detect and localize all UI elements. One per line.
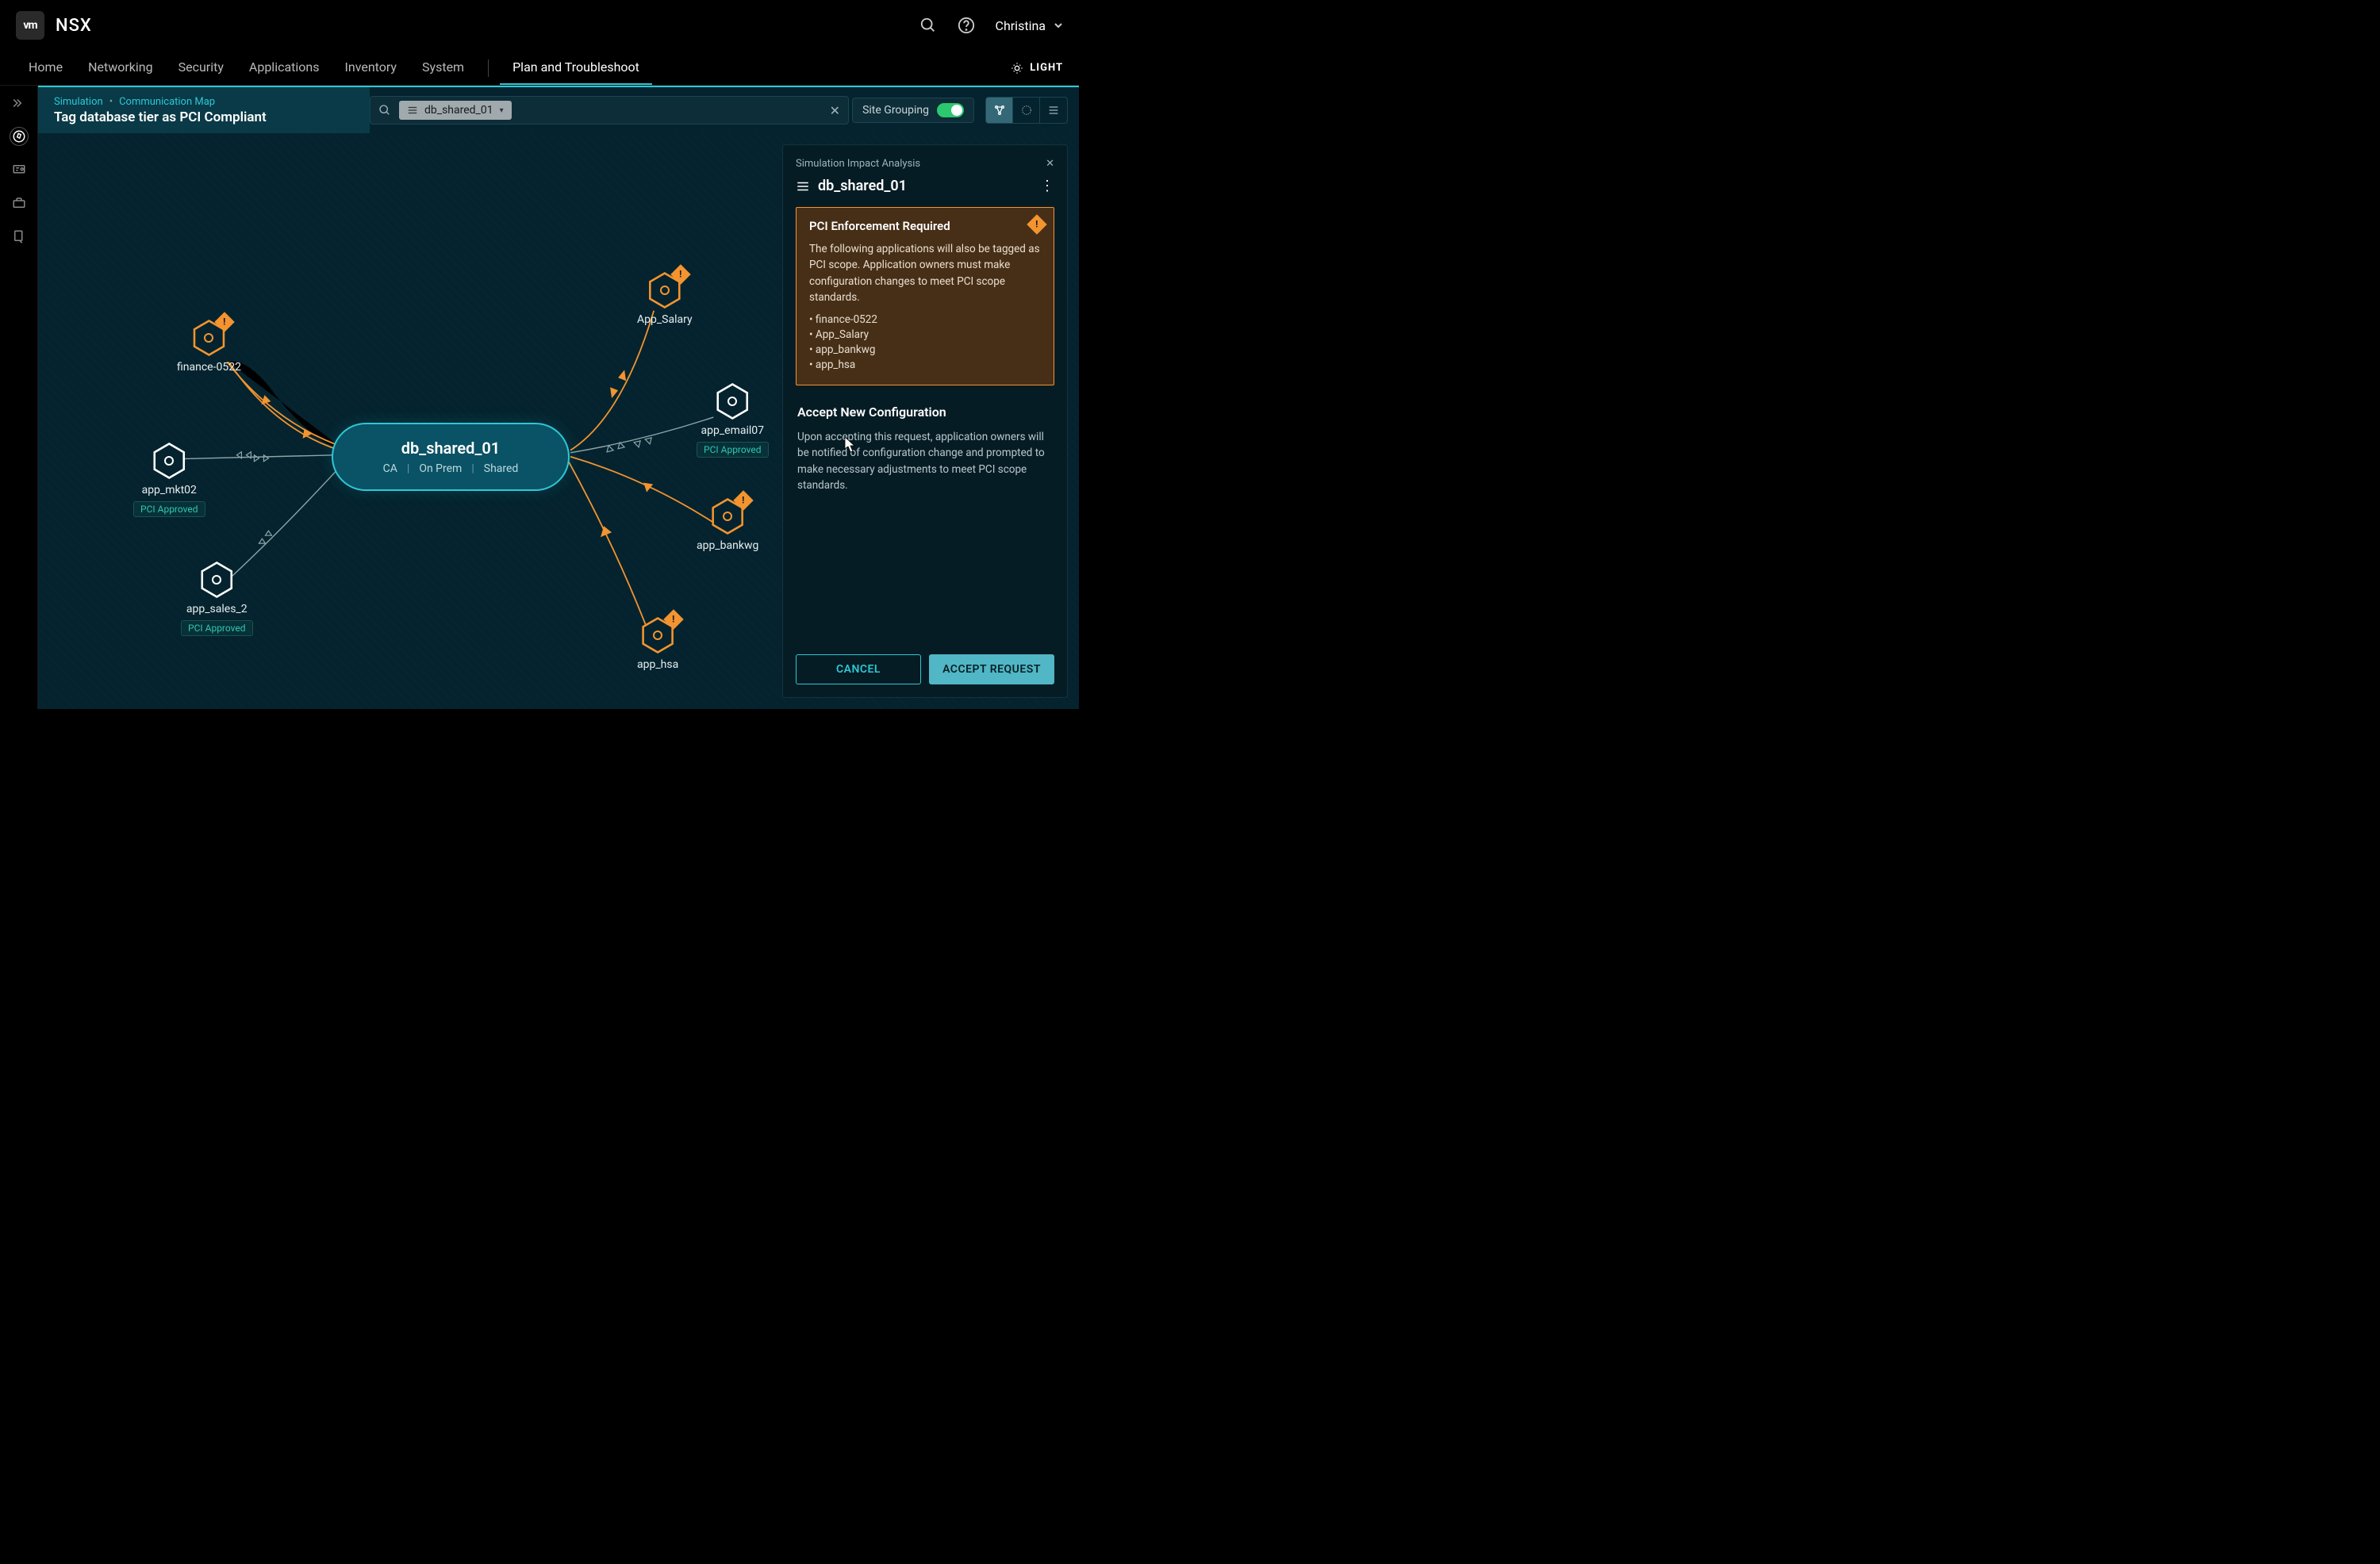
node-hex-icon: !	[639, 617, 676, 654]
nav-plan-troubleshoot[interactable]: Plan and Troubleshoot	[500, 51, 652, 85]
panel-title: db_shared_01	[796, 178, 907, 194]
product-name: NSX	[56, 16, 92, 36]
alert-box: ! PCI Enforcement Required The following…	[796, 207, 1054, 385]
page-title: Tag database tier as PCI Compliant	[54, 109, 308, 125]
accept-text: Upon accepting this request, application…	[797, 429, 1053, 493]
panel-footer: CANCEL ACCEPT REQUEST	[796, 654, 1054, 684]
accept-request-button[interactable]: ACCEPT REQUEST	[929, 654, 1054, 684]
node-label: app_hsa	[637, 658, 678, 671]
alert-list-item: app_hsa	[809, 358, 1041, 371]
canvas-area: Simulation • Communication Map Tag datab…	[38, 86, 1079, 709]
center-node[interactable]: db_shared_01 CA| On Prem| Shared	[332, 423, 570, 491]
pci-badge: PCI Approved	[181, 620, 253, 636]
breadcrumb-item[interactable]: Communication Map	[119, 96, 215, 108]
search-icon	[378, 104, 391, 117]
close-panel-icon[interactable]: ✕	[1046, 158, 1054, 170]
node-hex-icon: !	[709, 498, 746, 535]
sidebar-toolbox-icon[interactable]	[10, 194, 29, 213]
user-menu[interactable]: Christina	[996, 18, 1063, 33]
theme-toggle[interactable]: LIGHT	[1011, 62, 1063, 75]
sidebar-cert-icon[interactable]	[10, 160, 29, 179]
breadcrumb-item[interactable]: Simulation	[54, 96, 103, 108]
topology-node[interactable]: app_sales_2 PCI Approved	[181, 562, 253, 636]
nav-networking[interactable]: Networking	[75, 51, 166, 85]
node-hex-icon: !	[647, 272, 683, 309]
clear-search-icon[interactable]: ✕	[830, 103, 840, 118]
view-radial-button[interactable]	[1013, 98, 1040, 123]
main-nav: Home Networking Security Applications In…	[0, 51, 1079, 86]
node-label: finance-0522	[177, 361, 241, 374]
node-label: app_sales_2	[186, 603, 248, 615]
stack-icon	[407, 105, 418, 116]
alert-list: finance-0522 App_Salary app_bankwg app_h…	[809, 313, 1041, 371]
impact-panel: Simulation Impact Analysis ✕ db_shared_0…	[782, 144, 1068, 698]
topology-node[interactable]: ! App_Salary	[637, 272, 693, 326]
sidebar-expand-icon[interactable]	[10, 94, 29, 113]
nav-divider	[488, 59, 489, 77]
theme-label: LIGHT	[1030, 62, 1063, 74]
node-hex-icon	[714, 383, 750, 420]
node-label: app_bankwg	[697, 539, 758, 552]
topology-node[interactable]: ! app_hsa	[637, 617, 678, 671]
pci-badge: PCI Approved	[133, 501, 205, 517]
nav-applications[interactable]: Applications	[236, 51, 332, 85]
nav-inventory[interactable]: Inventory	[332, 51, 410, 85]
app-header: vm NSX Christina	[0, 0, 1079, 51]
alert-list-item: finance-0522	[809, 313, 1041, 326]
sidebar-doc-icon[interactable]	[10, 227, 29, 246]
toggle-switch[interactable]	[937, 103, 964, 117]
alert-text: The following applications will also be …	[809, 241, 1041, 305]
view-graph-button[interactable]	[986, 98, 1013, 123]
topology-node[interactable]: ! finance-0522	[177, 320, 241, 374]
node-hex-icon	[198, 562, 235, 598]
vmware-logo: vm	[16, 11, 44, 40]
search-bar[interactable]: db_shared_01 ▾ ✕	[370, 96, 849, 125]
stack-icon	[796, 179, 810, 194]
sidebar-compass-icon[interactable]	[10, 127, 29, 146]
alert-list-item: app_bankwg	[809, 343, 1041, 356]
center-node-title: db_shared_01	[357, 439, 544, 458]
topology-node[interactable]: app_mkt02 PCI Approved	[133, 443, 205, 517]
alert-title: PCI Enforcement Required	[809, 219, 1041, 233]
node-label: App_Salary	[637, 313, 693, 326]
node-label: app_mkt02	[142, 484, 197, 496]
view-mode-group	[985, 97, 1068, 124]
topology-node[interactable]: app_email07 PCI Approved	[697, 383, 769, 458]
search-chip[interactable]: db_shared_01 ▾	[399, 101, 512, 120]
alert-list-item: App_Salary	[809, 328, 1041, 341]
more-icon[interactable]: ⋮	[1040, 178, 1054, 194]
accept-title: Accept New Configuration	[797, 404, 1053, 420]
site-grouping-toggle[interactable]: Site Grouping	[852, 98, 974, 123]
topology-node[interactable]: ! app_bankwg	[697, 498, 758, 552]
user-name: Christina	[996, 18, 1046, 33]
header-actions: Christina	[919, 17, 1063, 34]
chevron-down-icon: ▾	[500, 106, 504, 115]
sun-icon	[1011, 62, 1023, 75]
node-label: app_email07	[701, 424, 764, 437]
view-list-button[interactable]	[1040, 98, 1067, 123]
nav-system[interactable]: System	[409, 51, 477, 85]
cursor-icon	[844, 436, 857, 454]
cancel-button[interactable]: CANCEL	[796, 654, 921, 684]
panel-subtitle: Simulation Impact Analysis	[796, 158, 920, 170]
context-bar: Simulation • Communication Map Tag datab…	[38, 87, 1079, 133]
search-icon[interactable]	[919, 17, 937, 34]
node-hex-icon	[151, 443, 187, 479]
nav-home[interactable]: Home	[16, 51, 75, 85]
accept-section: Accept New Configuration Upon accepting …	[796, 404, 1054, 493]
center-node-tags: CA| On Prem| Shared	[357, 462, 544, 475]
pci-badge: PCI Approved	[697, 442, 769, 458]
nav-security[interactable]: Security	[166, 51, 236, 85]
node-hex-icon: !	[190, 320, 227, 356]
chevron-down-icon	[1054, 21, 1063, 30]
breadcrumb: Simulation • Communication Map	[54, 96, 308, 108]
brand: vm NSX	[16, 11, 92, 40]
help-icon[interactable]	[958, 17, 975, 34]
left-sidebar	[0, 86, 38, 709]
